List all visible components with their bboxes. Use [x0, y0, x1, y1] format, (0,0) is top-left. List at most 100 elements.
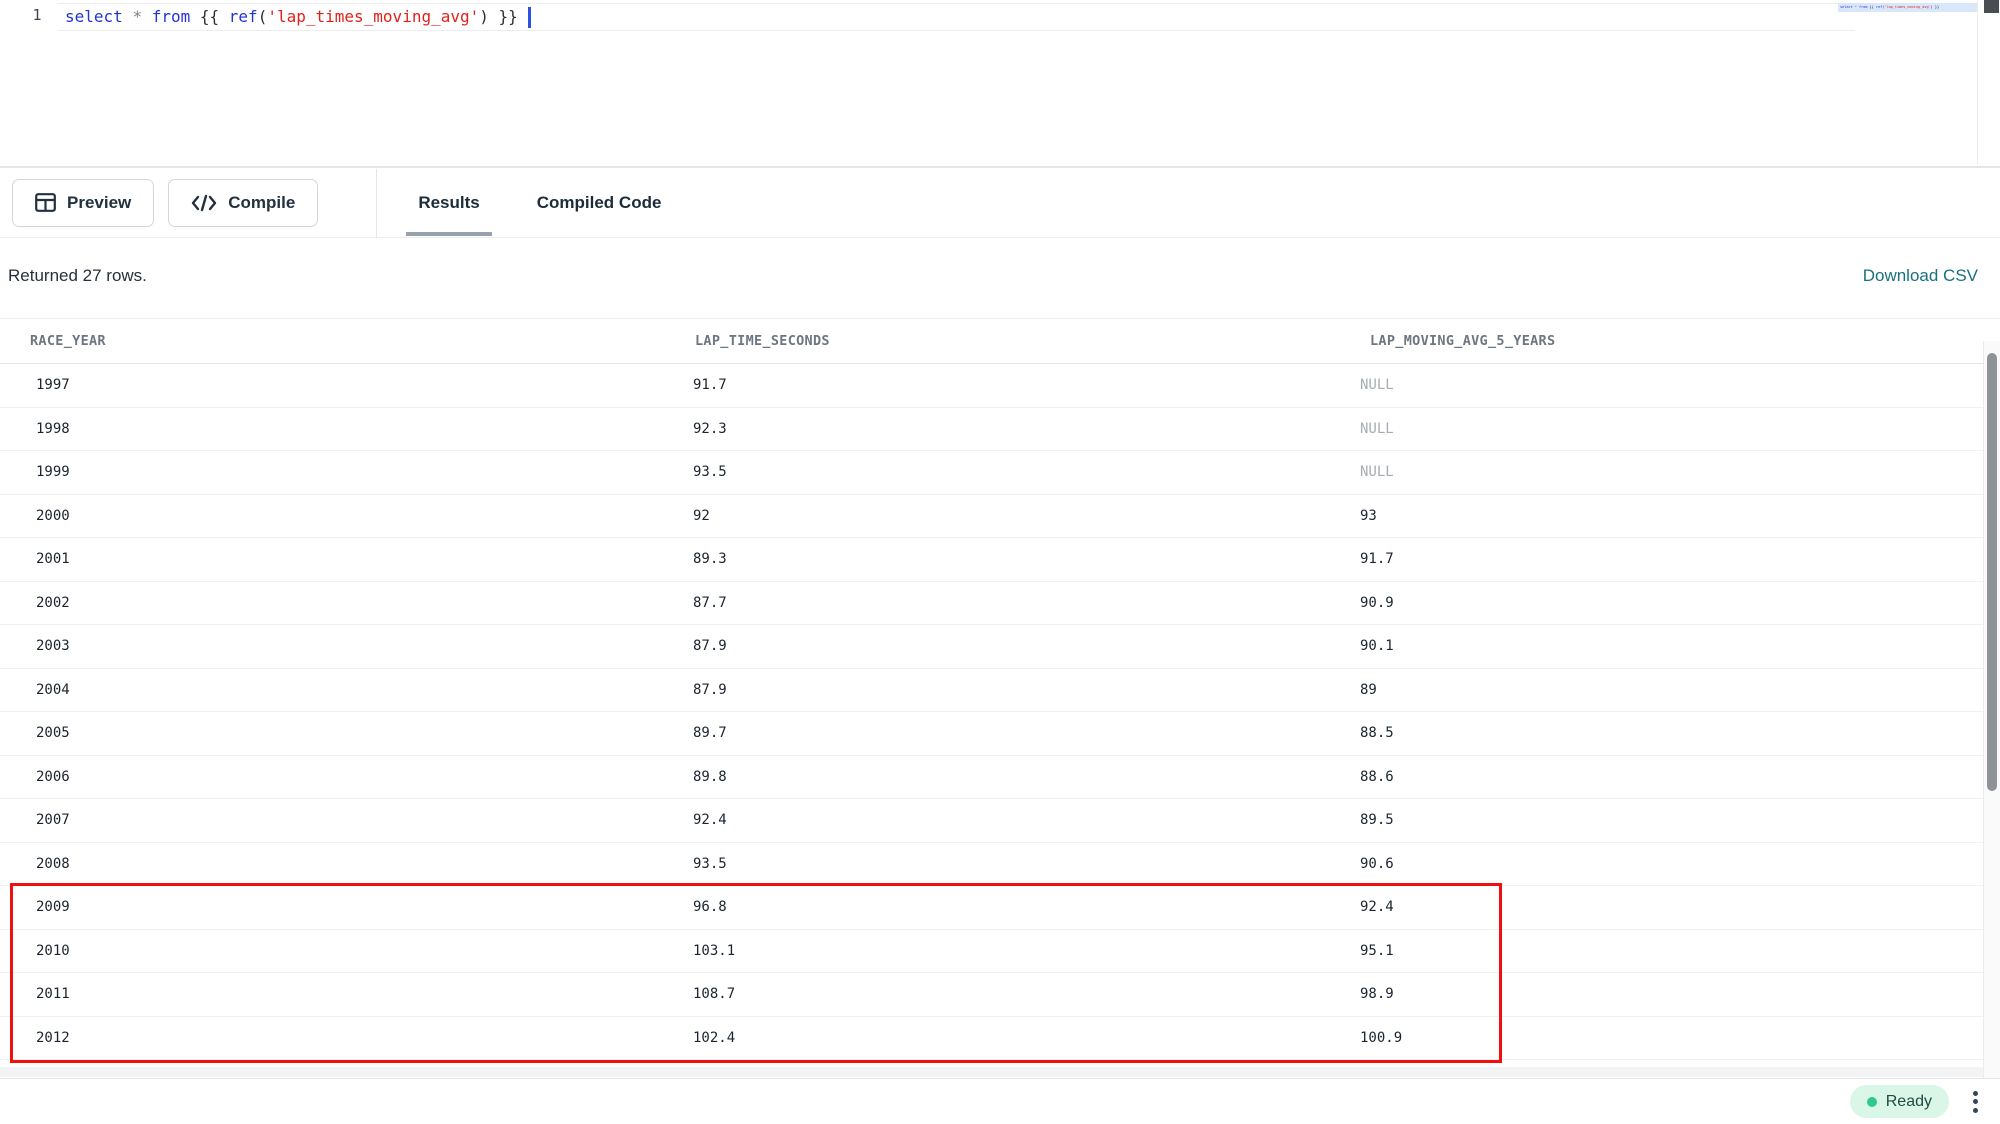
cell-lap-moving-avg: 88.5 — [1360, 725, 1394, 741]
status-bar: Ready — [0, 1078, 2000, 1124]
minimap-code-line: select * from {{ ref('lap_times_moving_a… — [1838, 3, 1977, 12]
table-row[interactable]: 2012 102.4 100.9 — [0, 1017, 1983, 1061]
tab-bar: ResultsCompiled Code — [397, 168, 697, 238]
cell-lap-time-seconds: 92 — [693, 508, 710, 524]
column-header-lap-moving-avg: LAP_MOVING_AVG_5_YEARS — [1370, 333, 1555, 349]
results-table-body: 1997 91.7 NULL 1998 92.3 NULL 1999 93.5 … — [0, 364, 2000, 1060]
table-row[interactable]: 1999 93.5 NULL — [0, 451, 1983, 495]
cell-lap-time-seconds: 89.7 — [693, 725, 727, 741]
cell-lap-time-seconds: 87.7 — [693, 595, 727, 611]
cell-lap-time-seconds: 89.3 — [693, 551, 727, 567]
text-cursor-caret — [528, 7, 531, 28]
ready-label: Ready — [1886, 1093, 1932, 1111]
cell-lap-moving-avg: 95.1 — [1360, 943, 1394, 959]
cell-race-year: 2002 — [36, 595, 70, 611]
status-ready-badge[interactable]: Ready — [1850, 1085, 1949, 1118]
download-csv-link[interactable]: Download CSV — [1863, 266, 1978, 286]
cell-lap-moving-avg: 91.7 — [1360, 551, 1394, 567]
cell-lap-time-seconds: 92.4 — [693, 812, 727, 828]
cell-race-year: 1998 — [36, 421, 70, 437]
cell-race-year: 2008 — [36, 856, 70, 872]
table-row[interactable]: 2007 92.4 89.5 — [0, 799, 1983, 843]
cell-race-year: 2003 — [36, 638, 70, 654]
cell-race-year: 2010 — [36, 943, 70, 959]
table-row[interactable]: 2010 103.1 95.1 — [0, 930, 1983, 974]
cell-lap-moving-avg: 93 — [1360, 508, 1377, 524]
table-row[interactable]: 1998 92.3 NULL — [0, 408, 1983, 452]
results-toolbar: Preview Compile ResultsCompiled Code — [0, 168, 2000, 238]
code-tokens: select * from {{ ref('lap_times_moving_a… — [65, 7, 518, 26]
cell-lap-time-seconds: 103.1 — [693, 943, 735, 959]
cell-race-year: 2007 — [36, 812, 70, 828]
table-row[interactable]: 2001 89.3 91.7 — [0, 538, 1983, 582]
cell-race-year: 2004 — [36, 682, 70, 698]
cell-lap-moving-avg: 98.9 — [1360, 986, 1394, 1002]
table-scrollbar-track[interactable] — [1983, 341, 2000, 1078]
code-editor-line[interactable]: select * from {{ ref('lap_times_moving_a… — [65, 6, 531, 28]
table-row[interactable]: 2008 93.5 90.6 — [0, 843, 1983, 887]
cell-race-year: 2011 — [36, 986, 70, 1002]
editor-minimap[interactable]: select * from {{ ref('lap_times_moving_a… — [1838, 0, 1977, 164]
cell-lap-moving-avg: 88.6 — [1360, 769, 1394, 785]
table-row[interactable]: 2003 87.9 90.1 — [0, 625, 1983, 669]
cell-lap-moving-avg: NULL — [1360, 464, 1394, 480]
kebab-dot-icon — [1973, 1091, 1978, 1096]
cell-race-year: 2000 — [36, 508, 70, 524]
cell-lap-time-seconds: 93.5 — [693, 856, 727, 872]
cell-race-year: 1999 — [36, 464, 70, 480]
cell-lap-time-seconds: 87.9 — [693, 682, 727, 698]
column-header-lap-time-seconds: LAP_TIME_SECONDS — [695, 333, 830, 349]
cell-lap-moving-avg: 89 — [1360, 682, 1377, 698]
cell-lap-moving-avg: 90.6 — [1360, 856, 1394, 872]
editor-scrollbar-thumb[interactable] — [1984, 0, 1999, 13]
compile-button[interactable]: Compile — [168, 179, 318, 227]
table-row[interactable]: 2005 89.7 88.5 — [0, 712, 1983, 756]
table-row[interactable]: 2002 87.7 90.9 — [0, 582, 1983, 626]
preview-button[interactable]: Preview — [12, 179, 154, 227]
tab-results[interactable]: Results — [397, 168, 500, 238]
column-header-race-year: RACE_YEAR — [30, 333, 106, 349]
cell-lap-moving-avg: 92.4 — [1360, 899, 1394, 915]
tab-compiled-code[interactable]: Compiled Code — [516, 168, 683, 238]
sql-editor-pane[interactable]: 1 select * from {{ ref('lap_times_moving… — [0, 0, 2000, 168]
returned-rows-text: Returned 27 rows. — [8, 266, 147, 286]
table-row[interactable]: 2011 108.7 98.9 — [0, 973, 1983, 1017]
table-row[interactable]: 2000 92 93 — [0, 495, 1983, 539]
table-row[interactable]: 2009 96.8 92.4 — [0, 886, 1983, 930]
cell-lap-time-seconds: 93.5 — [693, 464, 727, 480]
cell-race-year: 2009 — [36, 899, 70, 915]
cell-lap-time-seconds: 108.7 — [693, 986, 735, 1002]
code-brackets-icon — [191, 194, 217, 212]
cell-lap-time-seconds: 89.8 — [693, 769, 727, 785]
cell-lap-moving-avg: NULL — [1360, 377, 1394, 393]
table-grid-icon — [35, 193, 56, 212]
cell-race-year: 2006 — [36, 769, 70, 785]
cell-lap-moving-avg: NULL — [1360, 421, 1394, 437]
table-scrollbar-thumb[interactable] — [1987, 353, 1997, 791]
toolbar-divider — [376, 169, 377, 237]
kebab-menu-button[interactable] — [1967, 1086, 1984, 1118]
table-row[interactable]: 1997 91.7 NULL — [0, 364, 1983, 408]
cell-lap-time-seconds: 96.8 — [693, 899, 727, 915]
table-row[interactable]: 2006 89.8 88.6 — [0, 756, 1983, 800]
cell-lap-time-seconds: 92.3 — [693, 421, 727, 437]
cell-lap-time-seconds: 87.9 — [693, 638, 727, 654]
cell-lap-moving-avg: 100.9 — [1360, 1030, 1402, 1046]
cell-lap-moving-avg: 90.1 — [1360, 638, 1394, 654]
table-row[interactable]: 2004 87.9 89 — [0, 669, 1983, 713]
kebab-dot-icon — [1973, 1108, 1978, 1113]
table-header-row: RACE_YEAR LAP_TIME_SECONDS LAP_MOVING_AV… — [0, 319, 1983, 364]
compile-button-label: Compile — [228, 193, 295, 213]
cell-race-year: 2005 — [36, 725, 70, 741]
cell-lap-moving-avg: 90.9 — [1360, 595, 1394, 611]
cell-race-year: 1997 — [36, 377, 70, 393]
line-number: 1 — [26, 6, 48, 24]
cell-lap-moving-avg: 89.5 — [1360, 812, 1394, 828]
preview-button-label: Preview — [67, 193, 131, 213]
minimap-divider — [1977, 0, 1978, 164]
dbt-ide-window: 1 select * from {{ ref('lap_times_moving… — [0, 0, 2000, 1124]
clipped-next-row — [0, 1067, 1983, 1077]
cell-lap-time-seconds: 102.4 — [693, 1030, 735, 1046]
kebab-dot-icon — [1973, 1099, 1978, 1104]
cell-lap-time-seconds: 91.7 — [693, 377, 727, 393]
